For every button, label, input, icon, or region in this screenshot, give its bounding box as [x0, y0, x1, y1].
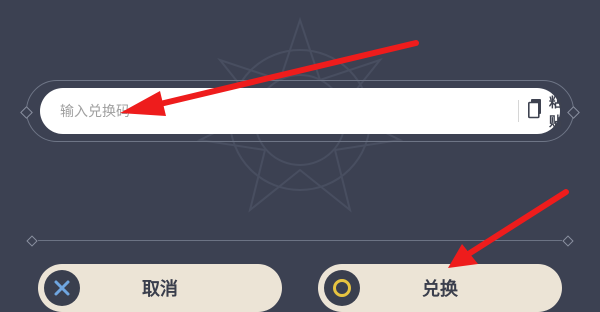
paste-button[interactable]: 粘贴 [528, 96, 562, 130]
separator-line [26, 235, 574, 247]
cancel-button[interactable]: 取消 [38, 264, 282, 312]
cancel-label: 取消 [142, 279, 178, 300]
arrow-to-confirm-button [448, 189, 569, 268]
paste-divider [518, 100, 519, 122]
redeem-button[interactable]: 兑换 [318, 264, 562, 312]
redeem-label: 兑换 [422, 279, 458, 300]
separator-ornament-left [26, 235, 38, 247]
frame-ornament-right [567, 106, 580, 119]
paste-label: 粘贴 [549, 96, 563, 130]
redeem-code-field: 粘贴 [40, 88, 562, 134]
clipboard-icon [528, 99, 542, 123]
separator-ornament-right [562, 235, 574, 247]
redeem-code-input[interactable] [58, 97, 462, 127]
frame-ornament-left [20, 106, 33, 119]
